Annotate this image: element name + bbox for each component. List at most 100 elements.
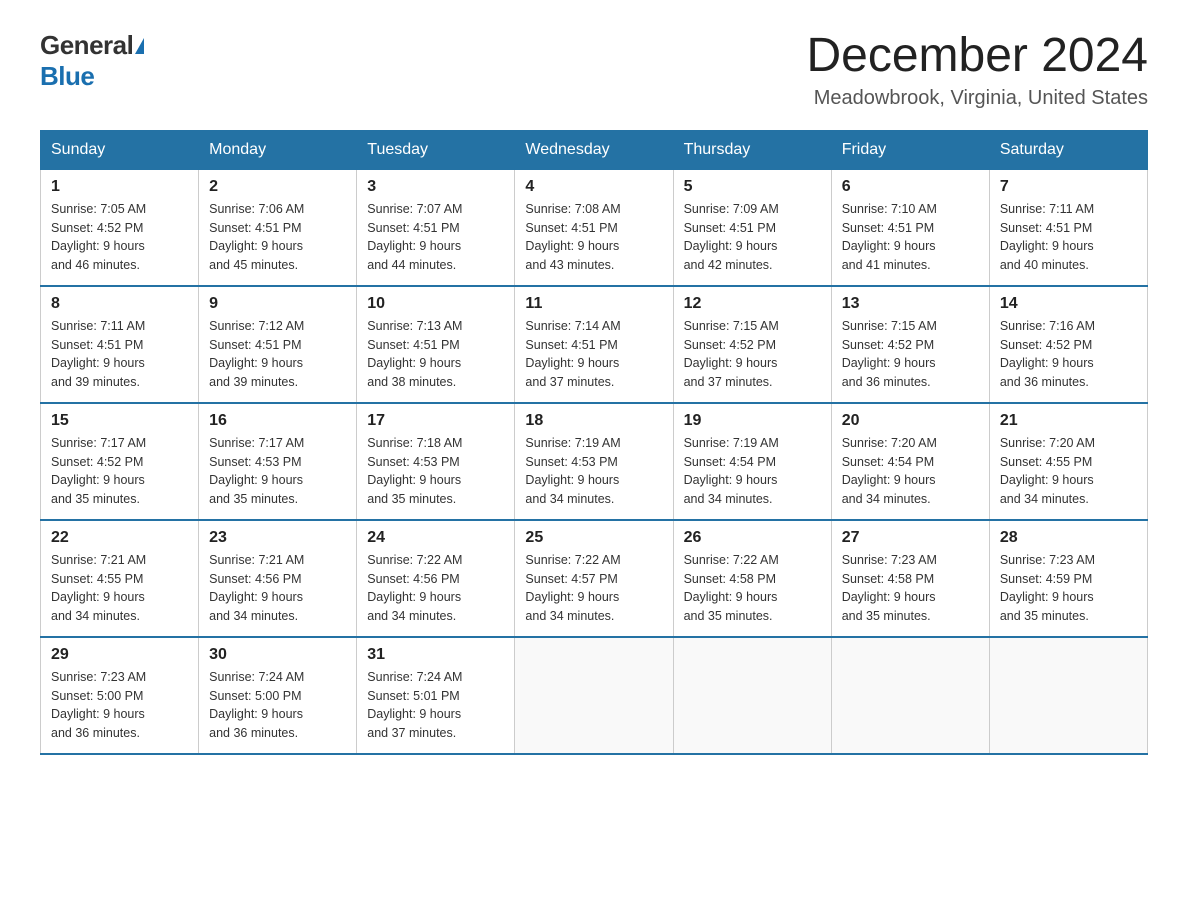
day-info: Sunrise: 7:23 AM Sunset: 4:58 PM Dayligh… bbox=[842, 551, 979, 626]
day-number: 20 bbox=[842, 412, 979, 430]
day-info: Sunrise: 7:05 AM Sunset: 4:52 PM Dayligh… bbox=[51, 200, 188, 275]
day-number: 1 bbox=[51, 178, 188, 196]
day-info: Sunrise: 7:24 AM Sunset: 5:00 PM Dayligh… bbox=[209, 668, 346, 743]
day-number: 25 bbox=[525, 529, 662, 547]
day-number: 22 bbox=[51, 529, 188, 547]
day-cell bbox=[673, 637, 831, 754]
day-cell: 25 Sunrise: 7:22 AM Sunset: 4:57 PM Dayl… bbox=[515, 520, 673, 637]
day-number: 13 bbox=[842, 295, 979, 313]
day-info: Sunrise: 7:17 AM Sunset: 4:52 PM Dayligh… bbox=[51, 434, 188, 509]
week-row-3: 15 Sunrise: 7:17 AM Sunset: 4:52 PM Dayl… bbox=[41, 403, 1148, 520]
day-info: Sunrise: 7:21 AM Sunset: 4:55 PM Dayligh… bbox=[51, 551, 188, 626]
day-info: Sunrise: 7:15 AM Sunset: 4:52 PM Dayligh… bbox=[842, 317, 979, 392]
day-cell: 21 Sunrise: 7:20 AM Sunset: 4:55 PM Dayl… bbox=[989, 403, 1147, 520]
col-wednesday: Wednesday bbox=[515, 130, 673, 169]
day-info: Sunrise: 7:23 AM Sunset: 5:00 PM Dayligh… bbox=[51, 668, 188, 743]
logo-blue-text: Blue bbox=[40, 61, 94, 91]
title-block: December 2024 Meadowbrook, Virginia, Uni… bbox=[806, 30, 1148, 110]
day-cell: 31 Sunrise: 7:24 AM Sunset: 5:01 PM Dayl… bbox=[357, 637, 515, 754]
day-number: 2 bbox=[209, 178, 346, 196]
page-header: General Blue December 2024 Meadowbrook, … bbox=[40, 30, 1148, 110]
day-cell: 27 Sunrise: 7:23 AM Sunset: 4:58 PM Dayl… bbox=[831, 520, 989, 637]
col-saturday: Saturday bbox=[989, 130, 1147, 169]
day-info: Sunrise: 7:14 AM Sunset: 4:51 PM Dayligh… bbox=[525, 317, 662, 392]
day-info: Sunrise: 7:23 AM Sunset: 4:59 PM Dayligh… bbox=[1000, 551, 1137, 626]
calendar-table: Sunday Monday Tuesday Wednesday Thursday… bbox=[40, 130, 1148, 755]
day-cell: 30 Sunrise: 7:24 AM Sunset: 5:00 PM Dayl… bbox=[199, 637, 357, 754]
day-info: Sunrise: 7:19 AM Sunset: 4:53 PM Dayligh… bbox=[525, 434, 662, 509]
day-cell: 5 Sunrise: 7:09 AM Sunset: 4:51 PM Dayli… bbox=[673, 169, 831, 286]
day-cell: 22 Sunrise: 7:21 AM Sunset: 4:55 PM Dayl… bbox=[41, 520, 199, 637]
day-cell: 23 Sunrise: 7:21 AM Sunset: 4:56 PM Dayl… bbox=[199, 520, 357, 637]
day-number: 6 bbox=[842, 178, 979, 196]
day-info: Sunrise: 7:22 AM Sunset: 4:56 PM Dayligh… bbox=[367, 551, 504, 626]
day-cell: 20 Sunrise: 7:20 AM Sunset: 4:54 PM Dayl… bbox=[831, 403, 989, 520]
day-info: Sunrise: 7:17 AM Sunset: 4:53 PM Dayligh… bbox=[209, 434, 346, 509]
day-cell bbox=[831, 637, 989, 754]
day-cell: 18 Sunrise: 7:19 AM Sunset: 4:53 PM Dayl… bbox=[515, 403, 673, 520]
day-cell: 16 Sunrise: 7:17 AM Sunset: 4:53 PM Dayl… bbox=[199, 403, 357, 520]
day-cell: 13 Sunrise: 7:15 AM Sunset: 4:52 PM Dayl… bbox=[831, 286, 989, 403]
day-number: 3 bbox=[367, 178, 504, 196]
day-info: Sunrise: 7:15 AM Sunset: 4:52 PM Dayligh… bbox=[684, 317, 821, 392]
day-info: Sunrise: 7:22 AM Sunset: 4:57 PM Dayligh… bbox=[525, 551, 662, 626]
day-number: 9 bbox=[209, 295, 346, 313]
week-row-5: 29 Sunrise: 7:23 AM Sunset: 5:00 PM Dayl… bbox=[41, 637, 1148, 754]
day-number: 12 bbox=[684, 295, 821, 313]
calendar-subtitle: Meadowbrook, Virginia, United States bbox=[806, 87, 1148, 110]
day-info: Sunrise: 7:20 AM Sunset: 4:55 PM Dayligh… bbox=[1000, 434, 1137, 509]
day-info: Sunrise: 7:11 AM Sunset: 4:51 PM Dayligh… bbox=[1000, 200, 1137, 275]
day-number: 31 bbox=[367, 646, 504, 664]
week-row-4: 22 Sunrise: 7:21 AM Sunset: 4:55 PM Dayl… bbox=[41, 520, 1148, 637]
day-info: Sunrise: 7:18 AM Sunset: 4:53 PM Dayligh… bbox=[367, 434, 504, 509]
col-sunday: Sunday bbox=[41, 130, 199, 169]
day-number: 7 bbox=[1000, 178, 1137, 196]
col-thursday: Thursday bbox=[673, 130, 831, 169]
day-info: Sunrise: 7:09 AM Sunset: 4:51 PM Dayligh… bbox=[684, 200, 821, 275]
day-cell: 14 Sunrise: 7:16 AM Sunset: 4:52 PM Dayl… bbox=[989, 286, 1147, 403]
day-cell: 8 Sunrise: 7:11 AM Sunset: 4:51 PM Dayli… bbox=[41, 286, 199, 403]
day-info: Sunrise: 7:08 AM Sunset: 4:51 PM Dayligh… bbox=[525, 200, 662, 275]
week-row-1: 1 Sunrise: 7:05 AM Sunset: 4:52 PM Dayli… bbox=[41, 169, 1148, 286]
day-number: 24 bbox=[367, 529, 504, 547]
day-number: 14 bbox=[1000, 295, 1137, 313]
day-number: 29 bbox=[51, 646, 188, 664]
day-info: Sunrise: 7:21 AM Sunset: 4:56 PM Dayligh… bbox=[209, 551, 346, 626]
calendar-title: December 2024 bbox=[806, 30, 1148, 83]
day-cell bbox=[515, 637, 673, 754]
day-cell: 9 Sunrise: 7:12 AM Sunset: 4:51 PM Dayli… bbox=[199, 286, 357, 403]
logo-triangle-icon bbox=[135, 38, 144, 54]
header-row: Sunday Monday Tuesday Wednesday Thursday… bbox=[41, 130, 1148, 169]
day-number: 26 bbox=[684, 529, 821, 547]
col-tuesday: Tuesday bbox=[357, 130, 515, 169]
day-number: 16 bbox=[209, 412, 346, 430]
day-info: Sunrise: 7:20 AM Sunset: 4:54 PM Dayligh… bbox=[842, 434, 979, 509]
day-cell: 2 Sunrise: 7:06 AM Sunset: 4:51 PM Dayli… bbox=[199, 169, 357, 286]
day-cell: 10 Sunrise: 7:13 AM Sunset: 4:51 PM Dayl… bbox=[357, 286, 515, 403]
week-row-2: 8 Sunrise: 7:11 AM Sunset: 4:51 PM Dayli… bbox=[41, 286, 1148, 403]
day-info: Sunrise: 7:10 AM Sunset: 4:51 PM Dayligh… bbox=[842, 200, 979, 275]
day-cell: 1 Sunrise: 7:05 AM Sunset: 4:52 PM Dayli… bbox=[41, 169, 199, 286]
day-cell: 24 Sunrise: 7:22 AM Sunset: 4:56 PM Dayl… bbox=[357, 520, 515, 637]
day-info: Sunrise: 7:24 AM Sunset: 5:01 PM Dayligh… bbox=[367, 668, 504, 743]
day-cell: 4 Sunrise: 7:08 AM Sunset: 4:51 PM Dayli… bbox=[515, 169, 673, 286]
day-number: 17 bbox=[367, 412, 504, 430]
day-number: 28 bbox=[1000, 529, 1137, 547]
day-info: Sunrise: 7:16 AM Sunset: 4:52 PM Dayligh… bbox=[1000, 317, 1137, 392]
day-info: Sunrise: 7:07 AM Sunset: 4:51 PM Dayligh… bbox=[367, 200, 504, 275]
day-number: 5 bbox=[684, 178, 821, 196]
day-cell: 3 Sunrise: 7:07 AM Sunset: 4:51 PM Dayli… bbox=[357, 169, 515, 286]
day-info: Sunrise: 7:22 AM Sunset: 4:58 PM Dayligh… bbox=[684, 551, 821, 626]
day-number: 4 bbox=[525, 178, 662, 196]
day-cell: 26 Sunrise: 7:22 AM Sunset: 4:58 PM Dayl… bbox=[673, 520, 831, 637]
col-monday: Monday bbox=[199, 130, 357, 169]
day-number: 18 bbox=[525, 412, 662, 430]
logo-general-text: General bbox=[40, 30, 133, 60]
day-cell: 29 Sunrise: 7:23 AM Sunset: 5:00 PM Dayl… bbox=[41, 637, 199, 754]
day-number: 11 bbox=[525, 295, 662, 313]
day-info: Sunrise: 7:11 AM Sunset: 4:51 PM Dayligh… bbox=[51, 317, 188, 392]
day-cell: 11 Sunrise: 7:14 AM Sunset: 4:51 PM Dayl… bbox=[515, 286, 673, 403]
day-cell: 6 Sunrise: 7:10 AM Sunset: 4:51 PM Dayli… bbox=[831, 169, 989, 286]
day-number: 27 bbox=[842, 529, 979, 547]
day-info: Sunrise: 7:19 AM Sunset: 4:54 PM Dayligh… bbox=[684, 434, 821, 509]
